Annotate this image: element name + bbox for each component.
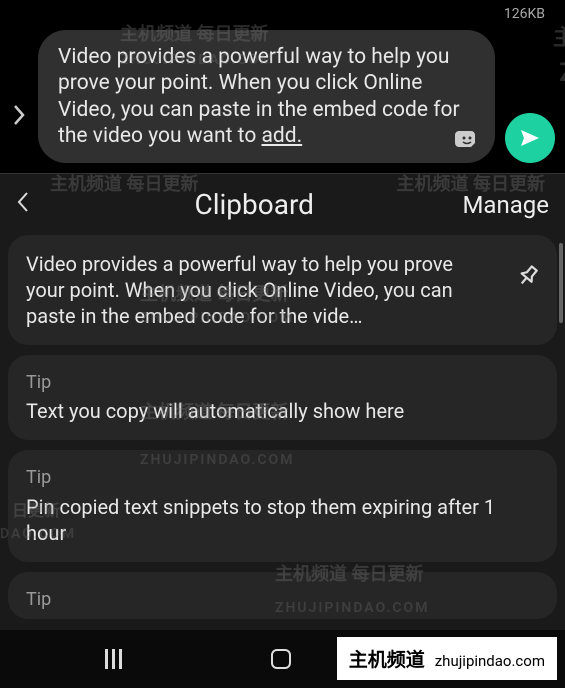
expand-chevron-icon[interactable] <box>10 103 28 163</box>
clipboard-item[interactable]: Tip <box>8 572 557 619</box>
clipboard-item[interactable]: Tip Pin copied text snippets to stop the… <box>8 450 557 561</box>
send-button[interactable] <box>505 113 555 163</box>
back-button[interactable] <box>16 191 46 219</box>
pin-icon[interactable] <box>515 263 541 295</box>
clipboard-item[interactable]: Tip Text you copy will automatically sho… <box>8 355 557 440</box>
clipboard-list[interactable]: Video provides a powerful way to help yo… <box>0 235 565 646</box>
clip-label: Tip <box>26 466 539 489</box>
sticker-icon[interactable] <box>455 127 479 151</box>
clip-text: Video provides a powerful way to help yo… <box>26 251 539 329</box>
brand-watermark: 主机频道 zhujipindao.com <box>337 637 557 680</box>
file-size-label: 126KB <box>504 6 545 22</box>
message-input[interactable]: Video provides a powerful way to help yo… <box>38 30 495 163</box>
brand-sub: zhujipindao.com <box>435 652 545 670</box>
send-icon <box>518 126 542 150</box>
message-text: Video provides a powerful way to help yo… <box>58 45 460 148</box>
nav-recent-button[interactable] <box>105 649 122 669</box>
clipboard-item[interactable]: Video provides a powerful way to help yo… <box>8 235 557 345</box>
clipboard-panel: Clipboard Manage Video provides a powerf… <box>0 173 565 646</box>
clip-text: Pin copied text snippets to stop them ex… <box>26 494 539 546</box>
clip-label: Tip <box>26 371 539 394</box>
brand-main: 主机频道 <box>349 645 425 672</box>
clipboard-title: Clipboard <box>46 188 462 221</box>
message-text-cursor: add. <box>262 124 303 148</box>
clip-label: Tip <box>26 588 539 611</box>
manage-button[interactable]: Manage <box>462 191 549 219</box>
clip-text: Text you copy will automatically show he… <box>26 398 539 424</box>
nav-home-button[interactable] <box>271 649 291 669</box>
scrollbar-thumb[interactable] <box>559 243 563 323</box>
